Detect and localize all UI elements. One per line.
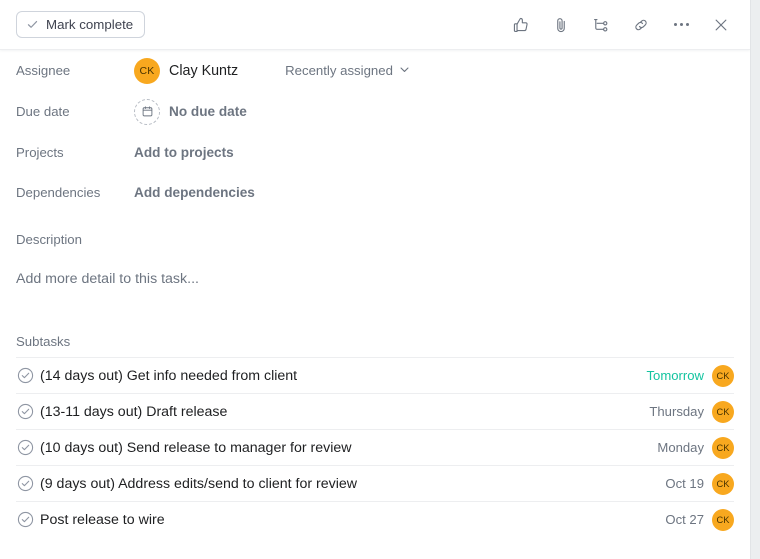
- subtask-assignee-avatar[interactable]: CK: [712, 509, 734, 531]
- subtask-complete-icon[interactable]: [16, 439, 34, 457]
- task-body: Assignee CK Clay Kuntz Recently assigned…: [0, 50, 750, 537]
- subtask-title[interactable]: (9 days out) Address edits/send to clien…: [40, 476, 665, 492]
- subtask-due-date[interactable]: Oct 19: [665, 476, 704, 491]
- subtask-complete-icon[interactable]: [16, 403, 34, 421]
- subtask-complete-icon[interactable]: [16, 475, 34, 493]
- ellipsis-glyph: [674, 23, 689, 26]
- assignee-filter-label: Recently assigned: [285, 63, 393, 78]
- subtask-row[interactable]: (14 days out) Get info needed from clien…: [16, 357, 734, 393]
- subtask-due-date[interactable]: Oct 27: [665, 512, 704, 527]
- field-assignee: Assignee CK Clay Kuntz Recently assigned: [16, 50, 734, 91]
- subtask-assignee-avatar[interactable]: CK: [712, 437, 734, 459]
- avatar[interactable]: CK: [134, 58, 160, 84]
- close-icon[interactable]: [707, 11, 735, 39]
- chevron-down-icon: [399, 63, 410, 78]
- subtask-title[interactable]: (14 days out) Get info needed from clien…: [40, 368, 647, 384]
- calendar-icon: [134, 99, 160, 125]
- subtasks-section: Subtasks (14 days out) Get info needed f…: [16, 334, 734, 537]
- subtask-due-date[interactable]: Thursday: [649, 404, 704, 419]
- subtask-icon[interactable]: [587, 11, 615, 39]
- mark-complete-button[interactable]: Mark complete: [16, 11, 145, 38]
- subtask-title[interactable]: Post release to wire: [40, 512, 665, 528]
- field-dependencies: Dependencies Add dependencies: [16, 172, 734, 212]
- mark-complete-label: Mark complete: [46, 18, 133, 31]
- task-header: Mark complete: [0, 0, 750, 50]
- subtask-title[interactable]: (13-11 days out) Draft release: [40, 404, 649, 420]
- paperclip-icon[interactable]: [547, 11, 575, 39]
- subtask-assignee-avatar[interactable]: CK: [712, 473, 734, 495]
- subtask-row[interactable]: (9 days out) Address edits/send to clien…: [16, 465, 734, 501]
- add-to-projects-button[interactable]: Add to projects: [134, 145, 234, 160]
- dependencies-label: Dependencies: [16, 185, 134, 200]
- assignee-name[interactable]: Clay Kuntz: [169, 63, 238, 79]
- subtask-row[interactable]: (13-11 days out) Draft releaseThursday CK: [16, 393, 734, 429]
- subtask-title[interactable]: (10 days out) Send release to manager fo…: [40, 440, 657, 456]
- due-date-value[interactable]: No due date: [134, 99, 247, 125]
- like-icon[interactable]: [507, 11, 535, 39]
- field-due-date: Due date No due date: [16, 91, 734, 132]
- description-input[interactable]: Add more detail to this task...: [16, 247, 734, 287]
- link-icon[interactable]: [627, 11, 655, 39]
- field-projects: Projects Add to projects: [16, 132, 734, 172]
- check-icon: [26, 18, 39, 31]
- subtask-complete-icon[interactable]: [16, 511, 34, 529]
- more-options-icon[interactable]: [667, 11, 695, 39]
- subtask-assignee-avatar[interactable]: CK: [712, 365, 734, 387]
- description-label: Description: [16, 212, 734, 247]
- subtasks-label: Subtasks: [16, 334, 734, 357]
- subtask-complete-icon[interactable]: [16, 367, 34, 385]
- assignee-filter-dropdown[interactable]: Recently assigned: [285, 63, 410, 78]
- header-actions: [507, 11, 735, 39]
- subtask-assignee-avatar[interactable]: CK: [712, 401, 734, 423]
- assignee-label: Assignee: [16, 63, 134, 78]
- add-dependencies-button[interactable]: Add dependencies: [134, 185, 255, 200]
- subtask-row[interactable]: Post release to wireOct 27 CK: [16, 501, 734, 537]
- due-date-label: Due date: [16, 104, 134, 119]
- due-date-text: No due date: [169, 104, 247, 119]
- subtask-due-date[interactable]: Monday: [657, 440, 704, 455]
- projects-label: Projects: [16, 145, 134, 160]
- subtask-list: (14 days out) Get info needed from clien…: [16, 357, 734, 537]
- task-detail-pane: Mark complete: [0, 0, 751, 559]
- subtask-row[interactable]: (10 days out) Send release to manager fo…: [16, 429, 734, 465]
- assignee-value[interactable]: CK Clay Kuntz: [134, 58, 238, 84]
- subtask-due-date[interactable]: Tomorrow: [647, 368, 704, 383]
